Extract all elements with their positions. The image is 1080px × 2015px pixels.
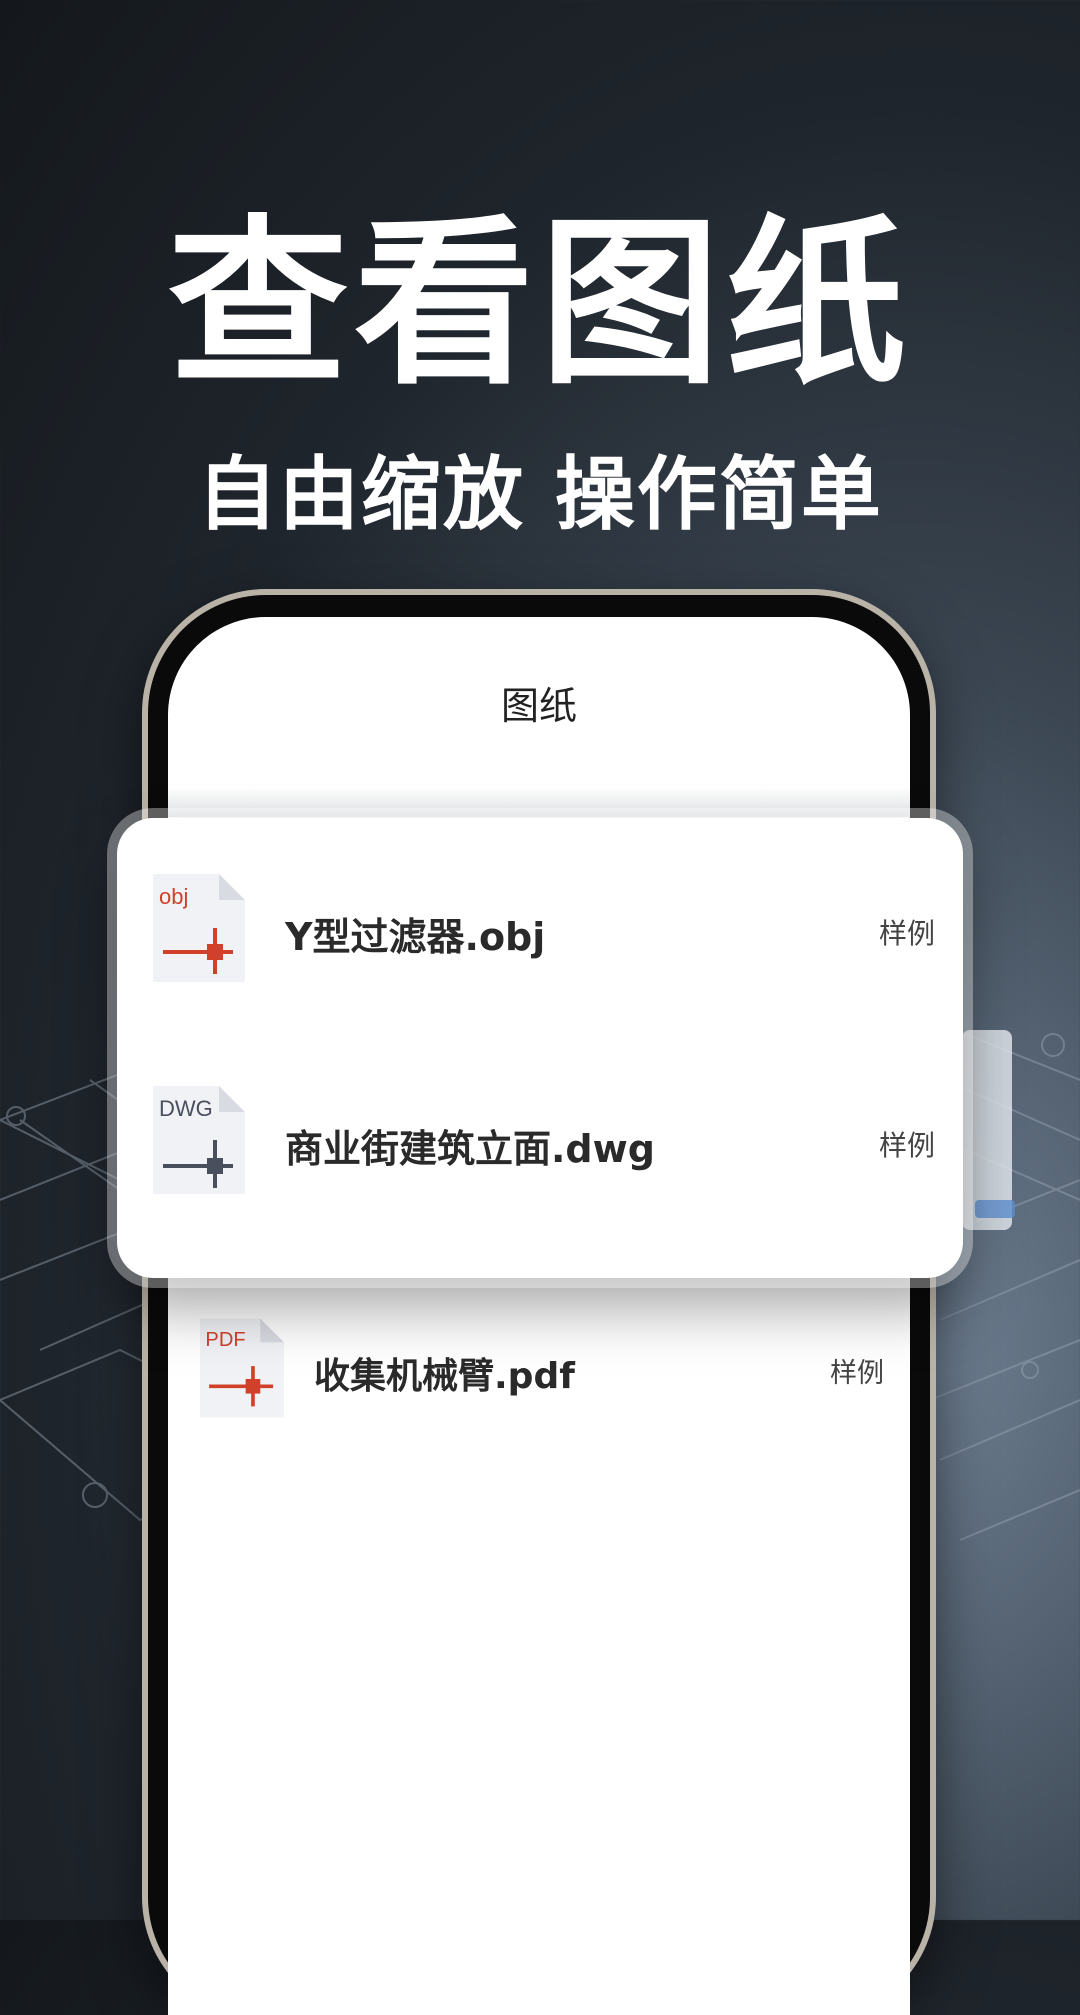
file-row-dwg[interactable]: DWG 商业街建筑立面.dwg 样例 xyxy=(117,1082,963,1212)
pdf-file-icon: PDF xyxy=(199,1318,285,1418)
file-name: 商业街建筑立面.dwg xyxy=(285,1127,655,1171)
sample-tag: 样例 xyxy=(830,1358,884,1389)
file-row-obj[interactable]: obj Y型过滤器.obj 样例 xyxy=(117,870,963,1000)
file-name: Y型过滤器.obj xyxy=(285,915,546,959)
obj-file-icon: obj xyxy=(153,874,245,982)
sample-tag: 样例 xyxy=(879,1129,936,1162)
screen-title: 图纸 xyxy=(500,684,577,728)
file-name: 收集机械臂.pdf xyxy=(314,1356,575,1397)
headline: 查看图纸 xyxy=(167,200,912,409)
subheadline: 自由缩放 操作简单 xyxy=(197,448,883,541)
sample-tag: 样例 xyxy=(879,917,936,950)
header-shadow xyxy=(168,787,910,817)
svg-text:DWG: DWG xyxy=(159,1096,213,1121)
featured-files-card: obj Y型过滤器.obj 样例 DWG 商业街建筑立面.dwg 样例 xyxy=(117,818,963,1278)
phone-mockup: 图纸 PDF 收集机械臂.pdf 样例 xyxy=(148,595,930,2015)
svg-text:PDF: PDF xyxy=(205,1329,245,1351)
svg-text:obj: obj xyxy=(159,884,188,909)
dwg-file-icon: DWG xyxy=(153,1086,245,1194)
file-row-pdf[interactable]: PDF 收集机械臂.pdf 样例 xyxy=(168,1315,910,1445)
